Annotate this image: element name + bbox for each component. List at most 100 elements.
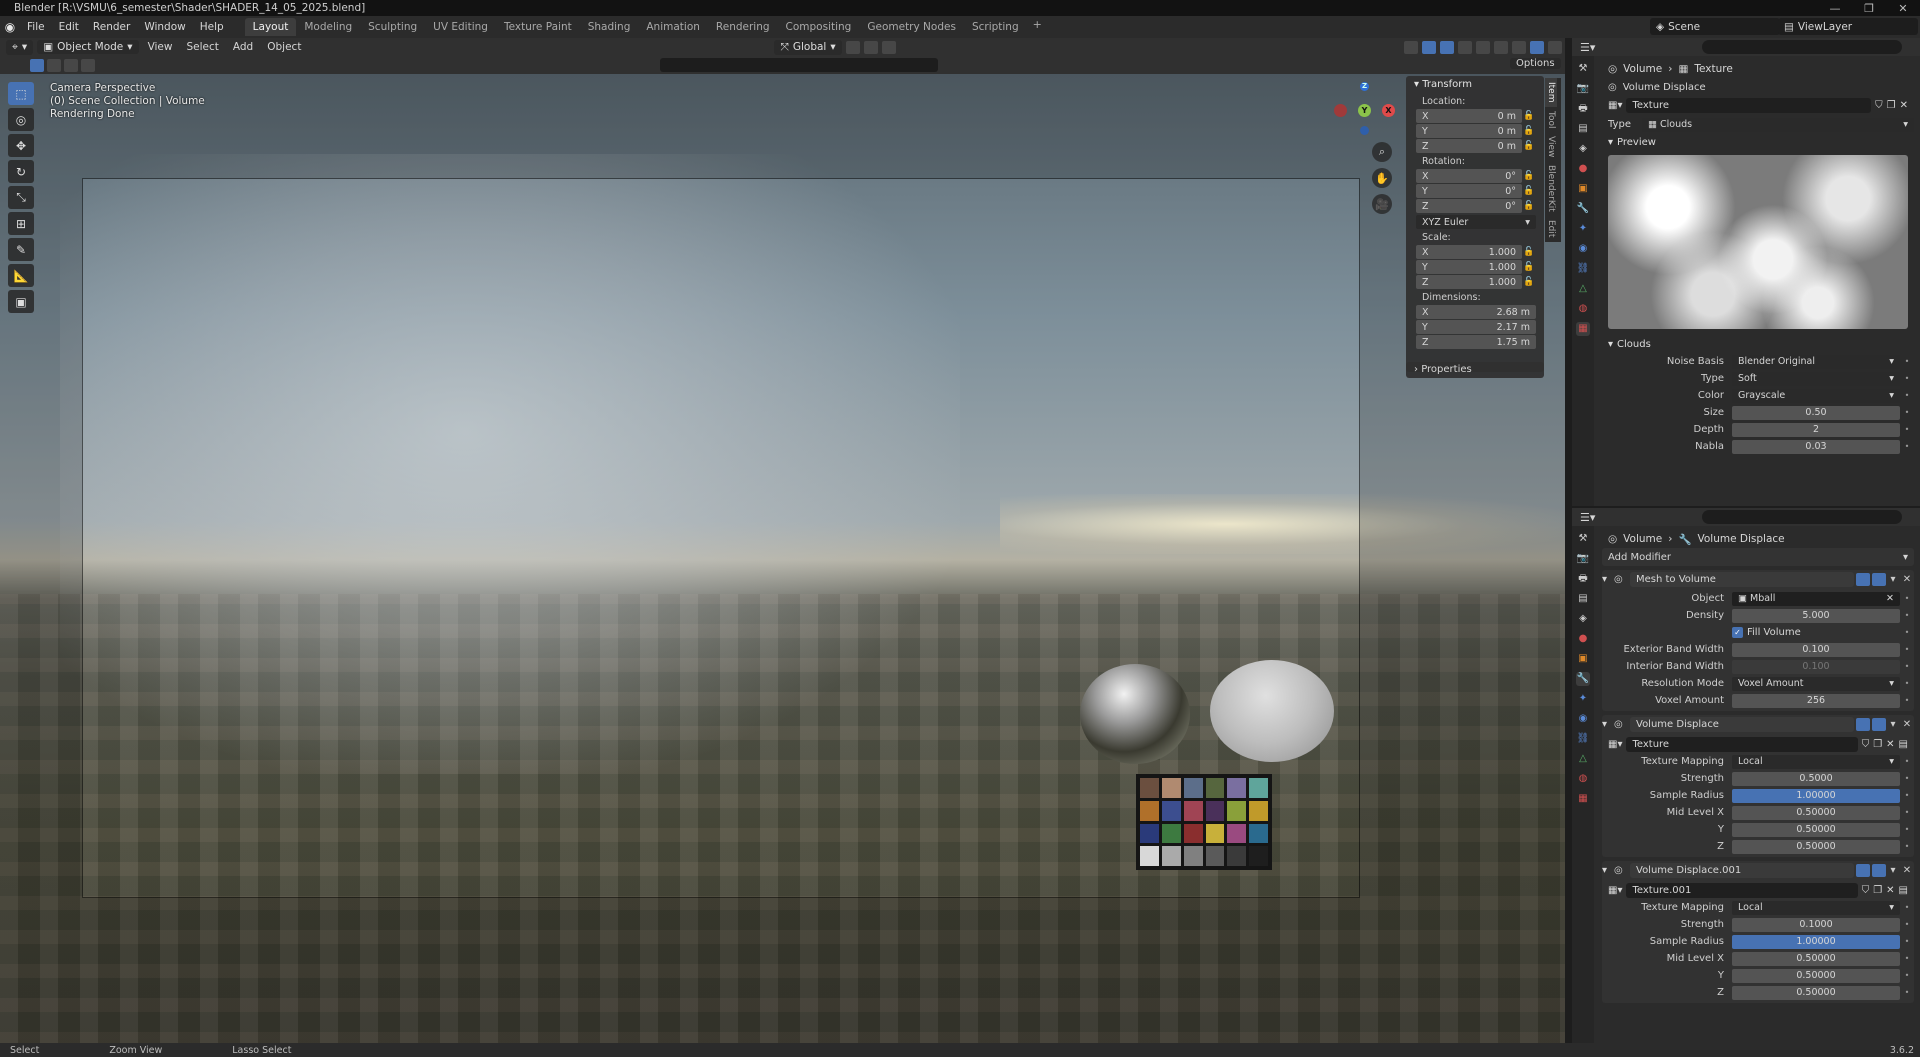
menu-edit[interactable]: Edit	[52, 21, 86, 33]
texture-browse-icon[interactable]: ▦▾	[1608, 885, 1622, 896]
dimensions-x-field[interactable]: X 2.68 m	[1416, 305, 1536, 319]
number-field[interactable]: 0.03	[1732, 439, 1900, 454]
select-mode-invert-icon[interactable]	[81, 58, 95, 72]
scale-x-field[interactable]: X 1.000	[1416, 245, 1522, 259]
texture-name-field[interactable]: Texture.001	[1626, 882, 1858, 898]
measure-tool-icon[interactable]: 📐	[8, 264, 34, 287]
shading-material-icon[interactable]	[1511, 40, 1526, 54]
number-field[interactable]: 0.50000	[1732, 805, 1900, 820]
show-viewport-icon[interactable]	[1856, 572, 1870, 586]
number-field[interactable]: 5.000	[1732, 608, 1900, 623]
physics-tab-icon[interactable]: ◉	[1576, 712, 1590, 726]
keyframe-dot-icon[interactable]: •	[1900, 391, 1914, 400]
keyframe-dot-icon[interactable]: •	[1900, 408, 1914, 417]
move-tool-icon[interactable]: ✥	[8, 134, 34, 157]
modifier-name-field[interactable]: Volume Displace	[1630, 716, 1854, 732]
gizmo-neg-x-axis[interactable]	[1334, 104, 1347, 117]
texture-browse-icon[interactable]: ▦▾	[1608, 739, 1622, 750]
keyframe-dot-icon[interactable]: •	[1900, 774, 1914, 783]
lock-icon[interactable]: 🔓	[1522, 111, 1536, 121]
tab-scripting[interactable]: Scripting	[964, 18, 1027, 36]
texture-tab-icon[interactable]: ▦	[1576, 322, 1590, 336]
mode-dropdown[interactable]: ▣ Object Mode ▾	[37, 40, 139, 54]
navigation-gizmo[interactable]: Z Y X	[1330, 82, 1400, 142]
properties-search-2[interactable]	[1702, 510, 1902, 524]
number-field[interactable]: 1.00000	[1732, 788, 1900, 803]
remove-modifier-icon[interactable]: ✕	[1900, 574, 1914, 585]
lock-icon[interactable]: 🔓	[1522, 277, 1536, 287]
clear-icon[interactable]: ✕	[1886, 592, 1894, 606]
number-field[interactable]: 0.50000	[1732, 822, 1900, 837]
keyframe-dot-icon[interactable]: •	[1900, 808, 1914, 817]
tab-uv-editing[interactable]: UV Editing	[425, 18, 496, 36]
shading-wireframe-icon[interactable]	[1475, 40, 1490, 54]
keyframe-dot-icon[interactable]: •	[1900, 425, 1914, 434]
sidebar-tab-item[interactable]: Item	[1545, 78, 1557, 107]
xray-icon[interactable]	[1457, 40, 1472, 54]
lock-icon[interactable]: 🔓	[1522, 186, 1536, 196]
scale-z-field[interactable]: Z 1.000	[1416, 275, 1522, 289]
tab-layout[interactable]: Layout	[244, 18, 297, 36]
fake-user-icon[interactable]: ⛉	[1875, 100, 1883, 111]
remove-modifier-icon[interactable]: ✕	[1900, 865, 1914, 876]
gizmo-neg-z-axis[interactable]	[1360, 126, 1369, 135]
rotation-x-field[interactable]: X 0°	[1416, 169, 1522, 183]
viewport-menu-select[interactable]: Select	[181, 41, 223, 53]
tab-modeling[interactable]: Modeling	[296, 18, 360, 36]
render-tab-icon[interactable]: 📷	[1576, 552, 1590, 566]
cursor-tool-icon[interactable]: ◎	[8, 108, 34, 131]
texture-name-field[interactable]: Texture	[1626, 97, 1872, 113]
property-dropdown[interactable]: Grayscale ▾	[1732, 388, 1900, 403]
menu-render[interactable]: Render	[86, 21, 137, 33]
transform-orientation-dropdown[interactable]: ⤧ Global ▾	[774, 39, 842, 55]
property-dropdown[interactable]: Local ▾	[1732, 754, 1900, 769]
maximize-button[interactable]: ❐	[1852, 2, 1886, 15]
minimize-button[interactable]: —	[1818, 2, 1852, 15]
scene-tab-icon[interactable]: ◈	[1576, 612, 1590, 626]
output-tab-icon[interactable]: 🖶	[1576, 572, 1590, 586]
sidebar-tab-view[interactable]: View	[1545, 132, 1557, 161]
sidebar-tab-edit[interactable]: Edit	[1545, 216, 1557, 241]
world-tab-icon[interactable]: ●	[1576, 162, 1590, 176]
close-button[interactable]: ✕	[1886, 2, 1920, 15]
viewport-filter-search[interactable]	[660, 58, 938, 72]
editor-type-icon[interactable]: ☰▾	[1580, 41, 1595, 54]
number-field[interactable]: 0.50	[1732, 405, 1900, 420]
physics-tab-icon[interactable]: ◉	[1576, 242, 1590, 256]
scene-selector[interactable]: ◈ Scene	[1650, 18, 1780, 35]
select-mode-new-icon[interactable]	[30, 58, 44, 72]
keyframe-dot-icon[interactable]: •	[1900, 988, 1914, 997]
view-layer-selector[interactable]: ▤ ViewLayer	[1778, 18, 1918, 35]
transform-tool-icon[interactable]: ⊞	[8, 212, 34, 235]
output-tab-icon[interactable]: 🖶	[1576, 102, 1590, 116]
property-dropdown[interactable]: Blender Original ▾	[1732, 354, 1900, 369]
texture-type-dropdown[interactable]: ▦ Clouds ▾	[1642, 117, 1914, 132]
properties-search[interactable]	[1702, 40, 1902, 54]
show-render-icon[interactable]	[1872, 572, 1886, 586]
show-viewport-icon[interactable]	[1856, 863, 1870, 877]
material-tab-icon[interactable]: ◍	[1576, 772, 1590, 786]
dimensions-z-field[interactable]: Z 1.75 m	[1416, 335, 1536, 349]
add-modifier-button[interactable]: Add Modifier ▾	[1602, 548, 1914, 566]
3d-viewport[interactable]: Camera Perspective (0) Scene Collection …	[0, 74, 1565, 1046]
select-mode-extend-icon[interactable]	[47, 58, 61, 72]
number-field[interactable]: 256	[1732, 693, 1900, 708]
gizmo-x-axis[interactable]: X	[1382, 104, 1395, 117]
constraints-tab-icon[interactable]: ⛓	[1576, 732, 1590, 746]
texture-browse-icon[interactable]: ▦▾	[1608, 100, 1622, 111]
number-field[interactable]: 0.50000	[1732, 951, 1900, 966]
collapse-chevron-icon[interactable]: ▾	[1602, 719, 1614, 730]
material-tab-icon[interactable]: ◍	[1576, 302, 1590, 316]
dimensions-y-field[interactable]: Y 2.17 m	[1416, 320, 1536, 334]
lock-icon[interactable]: 🔓	[1522, 247, 1536, 257]
location-x-field[interactable]: X 0 m	[1416, 109, 1522, 123]
visibility-icon[interactable]	[1403, 40, 1418, 54]
keyframe-dot-icon[interactable]: •	[1900, 679, 1914, 688]
data-tab-icon[interactable]: △	[1576, 282, 1590, 296]
gizmo-toggle-icon[interactable]	[1421, 40, 1436, 54]
keyframe-dot-icon[interactable]: •	[1900, 842, 1914, 851]
keyframe-dot-icon[interactable]: •	[1900, 662, 1914, 671]
unlink-icon[interactable]: ✕	[1886, 885, 1894, 896]
texture-properties-icon[interactable]: ▤	[1899, 739, 1908, 750]
tab-geometry-nodes[interactable]: Geometry Nodes	[859, 18, 964, 36]
